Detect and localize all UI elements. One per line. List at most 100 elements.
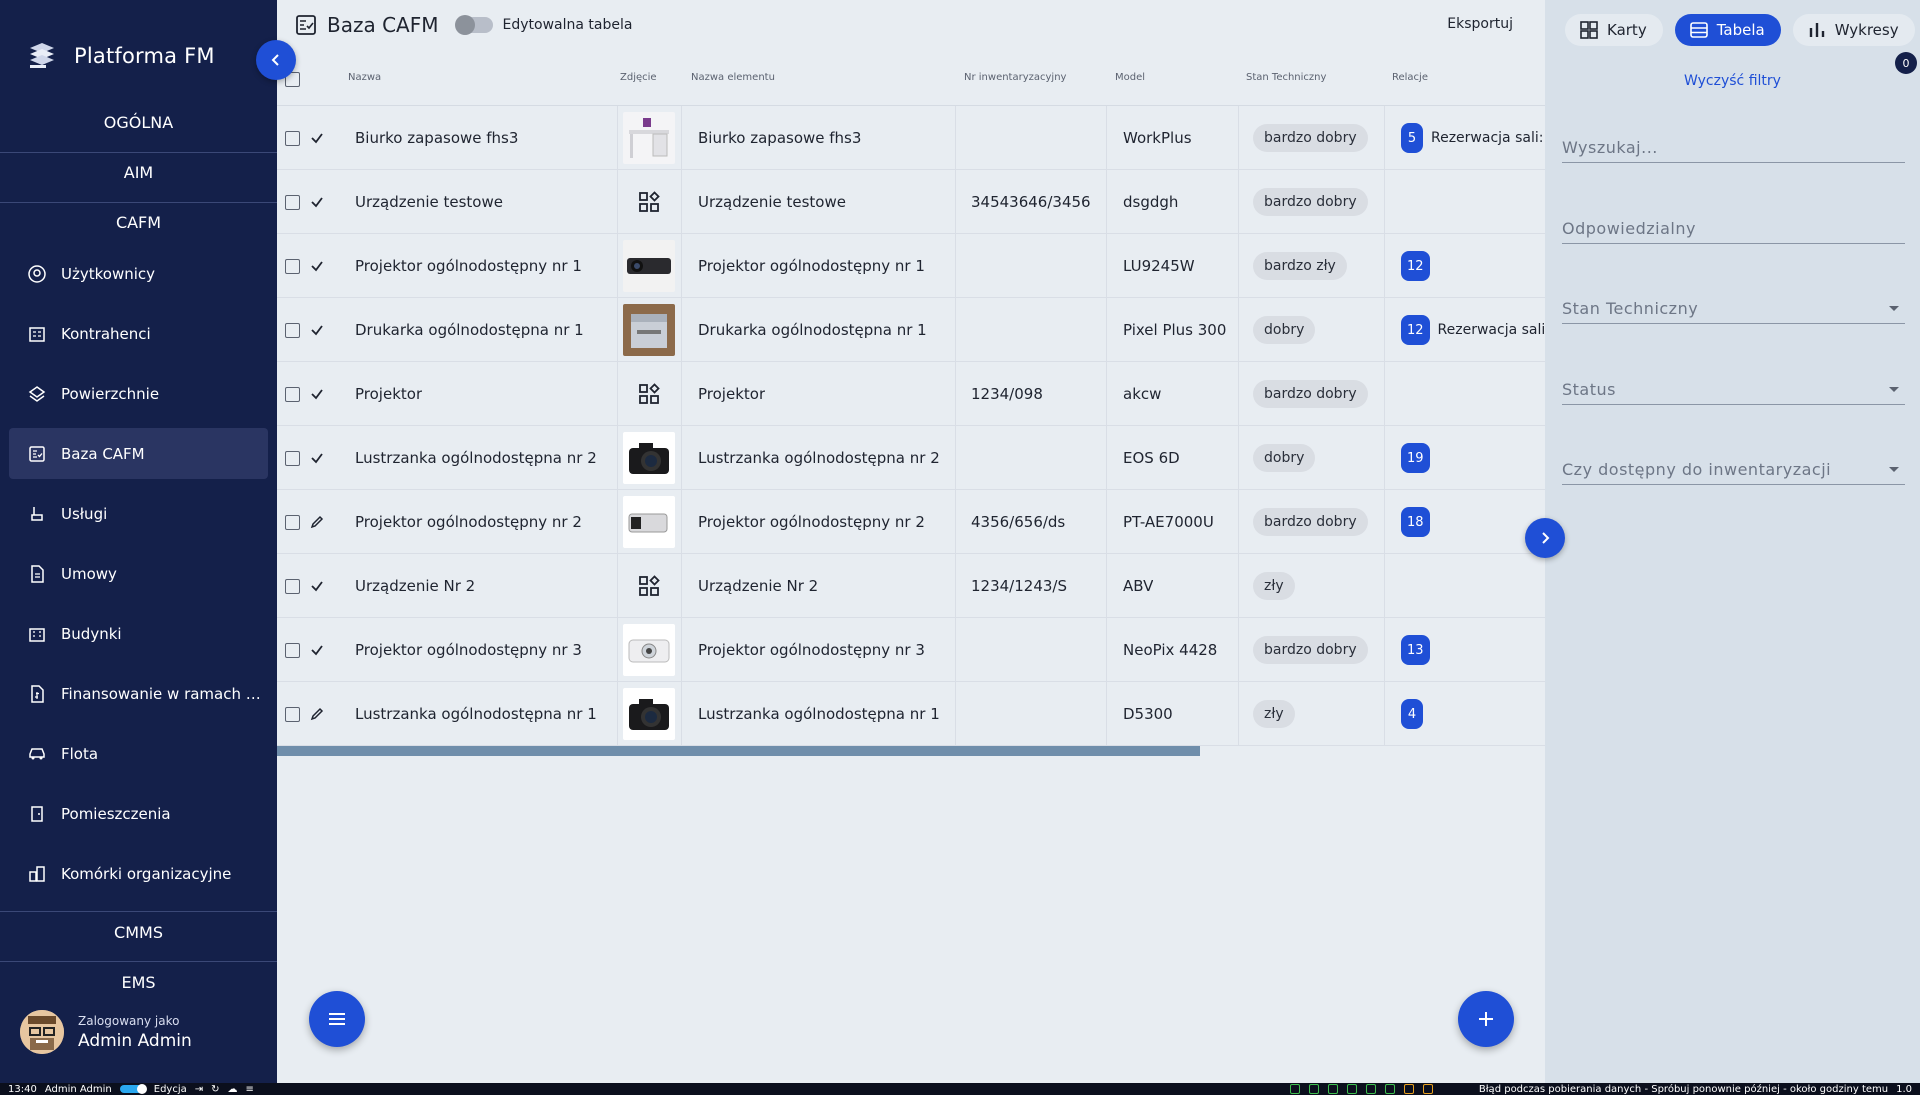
clear-filters-link[interactable]: Wyczyść filtry	[1545, 73, 1920, 89]
cell-inventory-number: 4356/656/ds	[971, 513, 1066, 531]
export-button[interactable]: Eksportuj	[1447, 16, 1513, 32]
cell-model: dsgdgh	[1123, 193, 1179, 211]
column-header-model[interactable]: Model	[1115, 72, 1145, 83]
section-cafm[interactable]: CAFM	[0, 213, 277, 232]
tab-karty[interactable]: Karty	[1565, 14, 1663, 46]
row-checkbox[interactable]	[285, 642, 300, 658]
column-header-relations[interactable]: Relacje	[1392, 72, 1428, 83]
relations-count-badge[interactable]: 12	[1401, 315, 1430, 345]
status-error-message: Błąd podczas pobierania danych - Spróbuj…	[1478, 1083, 1889, 1095]
sidebar-item[interactable]: Budynki	[9, 608, 268, 659]
table-row[interactable]: Biurko zapasowe fhs3 Biurko zapasowe fhs3…	[277, 106, 1545, 170]
gauge-icon[interactable]	[1366, 1084, 1376, 1094]
cloud-icon[interactable]: ☁	[228, 1084, 238, 1095]
sidebar-item[interactable]: Finansowanie w ramach p...	[9, 668, 268, 719]
column-header-element-name[interactable]: Nazwa elementu	[691, 72, 775, 83]
row-checkbox[interactable]	[285, 706, 300, 722]
cell-element-name: Biurko zapasowe fhs3	[698, 129, 862, 147]
sidebar-item[interactable]: Komórki organizacyjne	[9, 848, 268, 899]
relations-count-badge[interactable]: 5	[1401, 123, 1423, 153]
tree-icon[interactable]	[1309, 1084, 1319, 1094]
logout-icon[interactable]: ⇥	[195, 1084, 203, 1095]
sidebar-item[interactable]: Pomieszczenia	[9, 788, 268, 839]
row-checkbox[interactable]	[285, 514, 300, 530]
refresh-icon[interactable]: ↻	[211, 1084, 219, 1095]
cell-technical-state: bardzo dobry	[1253, 106, 1368, 170]
sidebar-item[interactable]: Usługi	[9, 488, 268, 539]
section-ems[interactable]: EMS	[0, 973, 277, 992]
expand-panel-button[interactable]	[1525, 518, 1565, 558]
row-checkbox[interactable]	[285, 130, 300, 146]
row-checkbox[interactable]	[285, 194, 300, 210]
edit-mode-toggle[interactable]	[119, 1084, 147, 1094]
hierarchy-icon[interactable]	[1347, 1084, 1357, 1094]
cell-photo[interactable]	[620, 426, 677, 490]
photo-thumbnail	[622, 624, 675, 676]
cell-photo[interactable]	[620, 682, 677, 746]
network-icon[interactable]	[1290, 1084, 1300, 1094]
section-ogolna[interactable]: OGÓLNA	[0, 113, 277, 132]
horizontal-scrollbar[interactable]	[277, 746, 1200, 756]
search-input[interactable]: Wyszukaj...	[1562, 133, 1905, 163]
settings-icon[interactable]	[1328, 1084, 1338, 1094]
sidebar-item[interactable]: Baza CAFM	[9, 428, 268, 479]
column-header-technical-state[interactable]: Stan Techniczny	[1246, 72, 1326, 83]
row-checkbox[interactable]	[285, 450, 300, 466]
table-row[interactable]: Projektor ogólnodostępny nr 3 Projektor o…	[277, 618, 1545, 682]
table-row[interactable]: Urządzenie testowe Urządzenie testowe 3454…	[277, 170, 1545, 234]
cell-photo[interactable]	[620, 618, 677, 682]
relations-count-badge[interactable]: 18	[1401, 507, 1430, 537]
brand[interactable]: Platforma FM	[26, 40, 215, 72]
tab-tabela[interactable]: Tabela	[1674, 14, 1781, 46]
cell-photo[interactable]	[620, 490, 677, 554]
section-cmms[interactable]: CMMS	[0, 923, 277, 942]
cell-photo[interactable]	[620, 234, 677, 298]
column-divider	[1106, 682, 1107, 746]
row-checkbox[interactable]	[285, 578, 300, 594]
row-checkbox[interactable]	[285, 322, 300, 338]
responsible-input[interactable]: Odpowiedzialny	[1562, 214, 1905, 244]
collapse-sidebar-button[interactable]	[256, 40, 296, 80]
table-row[interactable]: Urządzenie Nr 2 Urządzenie Nr 2 1234/1243/…	[277, 554, 1545, 618]
table-row[interactable]: Drukarka ogólnodostępna nr 1 Drukarka ogó…	[277, 298, 1550, 362]
inventory-availability-select[interactable]: Czy dostępny do inwentaryzacji	[1562, 455, 1905, 485]
row-checkbox[interactable]	[285, 258, 300, 274]
column-header-name[interactable]: Nazwa	[348, 72, 381, 83]
column-header-inventory-number[interactable]: Nr inwentaryzacyjny	[964, 72, 1066, 83]
cell-photo[interactable]	[620, 554, 677, 618]
menu-fab-button[interactable]	[309, 991, 365, 1047]
sidebar-item[interactable]: Flota	[9, 728, 268, 779]
table-row[interactable]: Projektor ogólnodostępny nr 2 Projektor o…	[277, 490, 1545, 554]
relations-count-badge[interactable]: 4	[1401, 699, 1423, 729]
sidebar-item[interactable]: Kontrahenci	[9, 308, 268, 359]
cell-photo[interactable]	[620, 106, 677, 170]
table-row[interactable]: Projektor Projektor 1234/098 akcw bardzo dob…	[277, 362, 1545, 426]
cell-photo[interactable]	[620, 362, 677, 426]
row-checkbox[interactable]	[285, 386, 300, 402]
section-aim[interactable]: AIM	[0, 163, 277, 182]
column-header-photo[interactable]: Zdjęcie	[620, 72, 657, 83]
status-select[interactable]: Status	[1562, 375, 1905, 405]
sidebar-item[interactable]: Użytkownicy	[9, 248, 268, 299]
cell-photo[interactable]	[620, 170, 677, 234]
table-row[interactable]: Lustrzanka ogólnodostępna nr 2 Lustrzanka…	[277, 426, 1545, 490]
contractors-icon	[27, 324, 47, 344]
door-icon[interactable]	[1423, 1084, 1433, 1094]
cell-photo[interactable]	[620, 298, 677, 362]
relations-count-badge[interactable]: 13	[1401, 635, 1430, 665]
tab-wykresy[interactable]: Wykresy	[1792, 14, 1915, 46]
sidebar-item[interactable]: Umowy	[9, 548, 268, 599]
user-info[interactable]: Zalogowany jako Admin Admin	[20, 1010, 192, 1054]
technical-state-select[interactable]: Stan Techniczny	[1562, 294, 1905, 324]
relations-count-badge[interactable]: 12	[1401, 251, 1430, 281]
table-row[interactable]: Projektor ogólnodostępny nr 1 Projektor o…	[277, 234, 1545, 298]
column-divider	[1106, 106, 1107, 170]
warning-icon[interactable]	[1404, 1084, 1414, 1094]
table-row[interactable]: Lustrzanka ogólnodostępna nr 1 Lustrzanka…	[277, 682, 1545, 746]
sidebar-item[interactable]: Powierzchnie	[9, 368, 268, 419]
relations-count-badge[interactable]: 19	[1401, 443, 1430, 473]
folder-icon[interactable]	[1385, 1084, 1395, 1094]
add-fab-button[interactable]	[1458, 991, 1514, 1047]
editable-table-toggle[interactable]	[454, 15, 493, 35]
list-icon[interactable]: ≡	[246, 1084, 254, 1095]
